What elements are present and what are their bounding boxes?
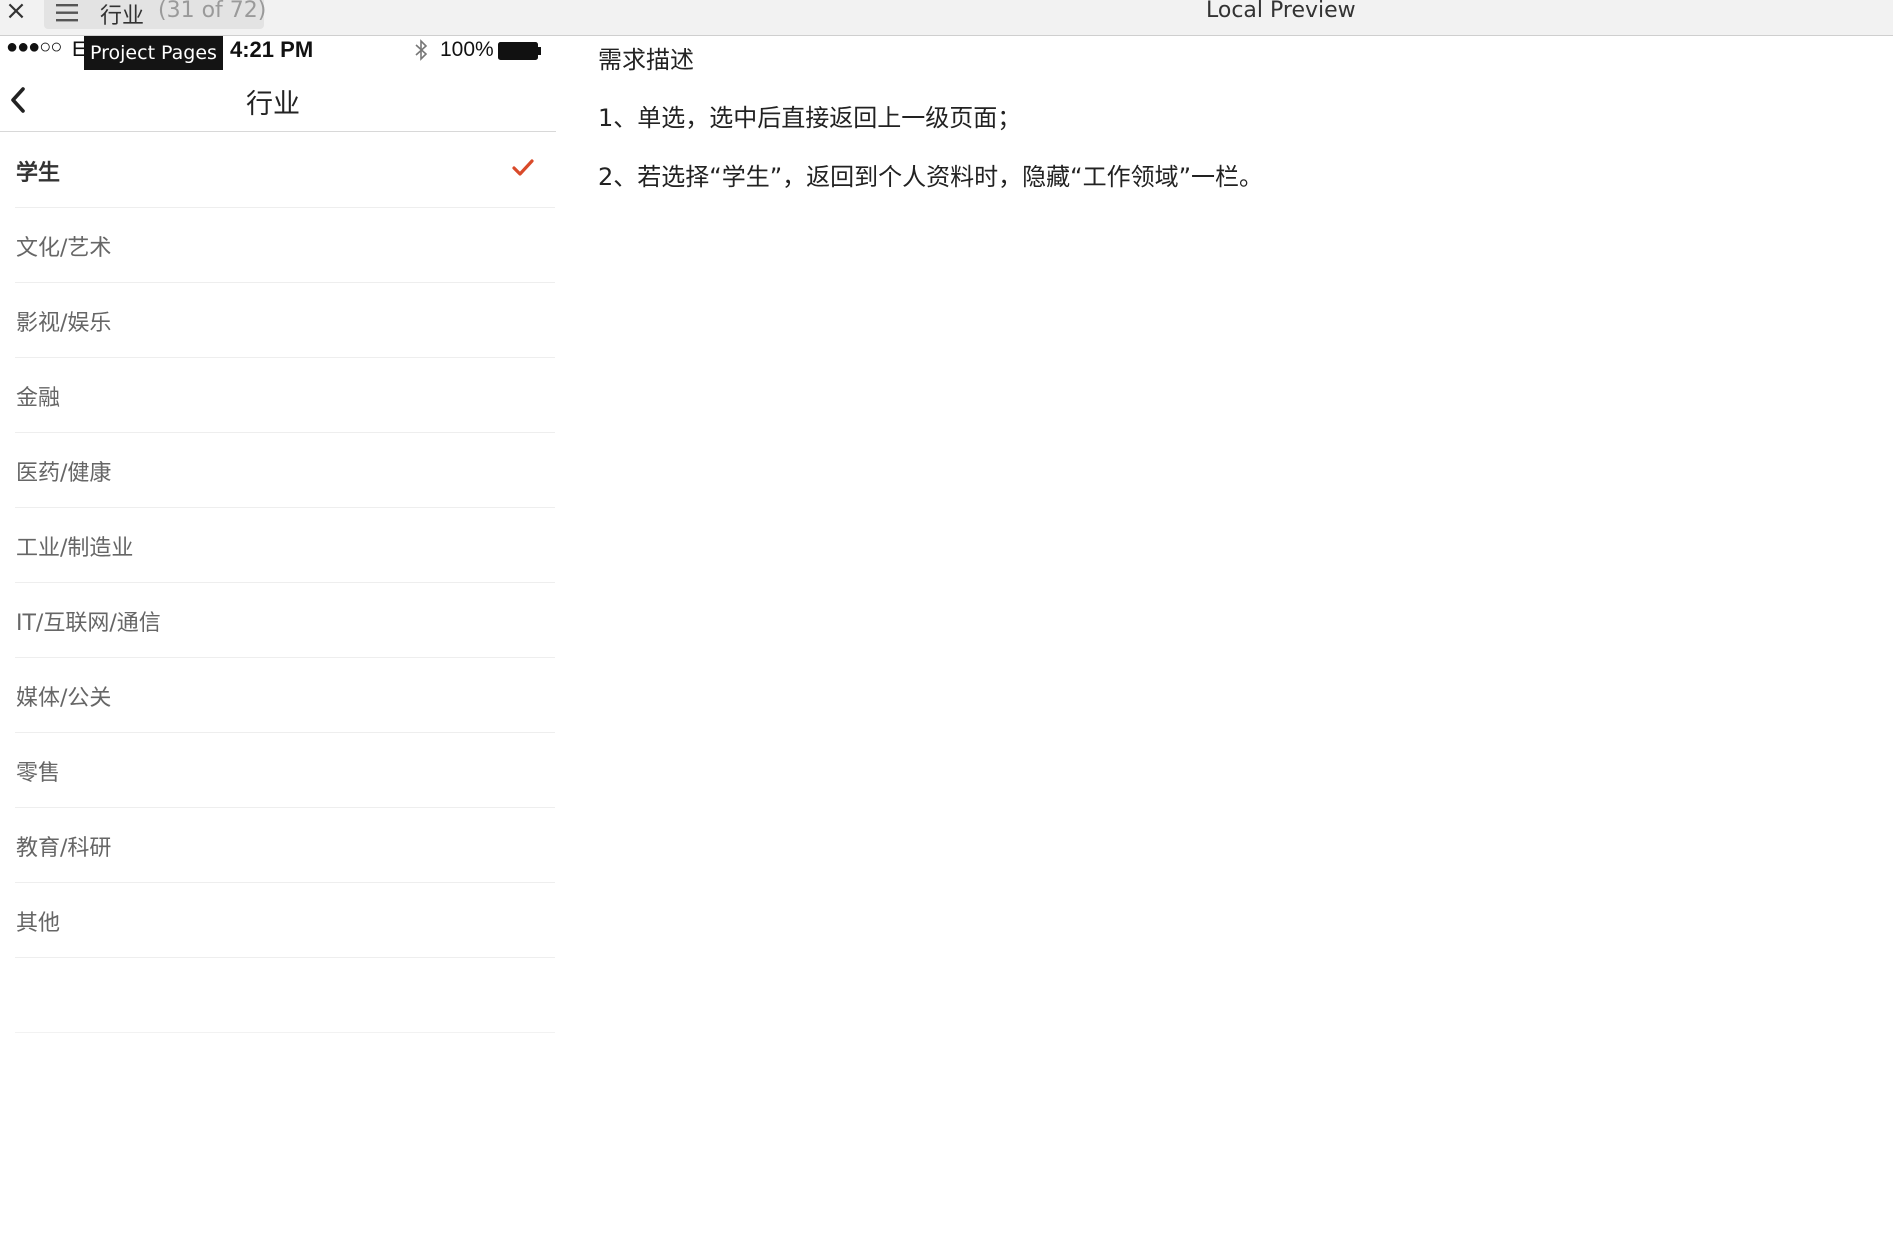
nav-bar: 行业: [0, 68, 556, 132]
list-item-film-entertainment[interactable]: 影视/娱乐: [15, 283, 555, 358]
list-item-education-research[interactable]: 教育/科研: [15, 808, 555, 883]
battery-percentage: 100%: [440, 38, 494, 61]
list-item-label: 工业/制造业: [16, 536, 134, 561]
list-item-label: 金融: [16, 386, 61, 411]
list-item-label: 医药/健康: [16, 461, 112, 486]
list-item-culture-art[interactable]: 文化/艺术: [15, 208, 555, 283]
page-picker[interactable]: 行业 (31 of 72): [44, 0, 267, 29]
phone-screen: ●●●○○ E 4:21 PM 100% Project Pages 行业 学生…: [0, 36, 556, 1245]
list-item-finance[interactable]: 金融: [15, 358, 555, 433]
list-item-label: 媒体/公关: [16, 686, 112, 711]
list-item-label: 教育/科研: [16, 836, 112, 861]
page-counter: (31 of 72): [158, 0, 267, 23]
signal-strength-icon: ●●●○○: [6, 36, 62, 58]
list-item-medical-health[interactable]: 医药/健康: [15, 433, 555, 508]
list-item-manufacturing[interactable]: 工业/制造业: [15, 508, 555, 583]
list-item-label: IT/互联网/通信: [16, 611, 161, 636]
current-page-title: 行业: [100, 4, 145, 29]
list-item-empty: [15, 958, 555, 1033]
close-icon[interactable]: ×: [4, 0, 28, 26]
window-title: Local Preview: [1206, 0, 1356, 23]
list-item-student[interactable]: 学生: [15, 133, 555, 208]
list-item-it-internet[interactable]: IT/互联网/通信: [15, 583, 555, 658]
bluetooth-icon: [415, 39, 428, 61]
list-item-other[interactable]: 其他: [15, 883, 555, 958]
list-item-media-pr[interactable]: 媒体/公关: [15, 658, 555, 733]
preview-toolbar: × 行业 (31 of 72) Local Preview: [0, 0, 1893, 36]
list-item-label: 零售: [16, 761, 61, 786]
hamburger-menu-icon[interactable]: [56, 2, 80, 24]
note-line: 1、单选，选中后直接返回上一级页面；: [598, 104, 1022, 132]
checkmark-icon: [512, 159, 534, 176]
notes-title: 需求描述: [598, 46, 694, 74]
list-item-retail[interactable]: 零售: [15, 733, 555, 808]
status-time: 4:21 PM: [230, 37, 314, 62]
list-item-label: 其他: [16, 911, 61, 936]
list-item-label: 文化/艺术: [16, 236, 112, 261]
note-line: 2、若选择“学生”，返回到个人资料时，隐藏“工作领域”一栏。: [598, 163, 1264, 191]
industry-list: 学生 文化/艺术 影视/娱乐 金融 医药/健康 工业/制造业 IT/互联网/通信…: [0, 133, 556, 1033]
battery-icon: [498, 42, 541, 60]
list-item-label: 影视/娱乐: [16, 311, 112, 336]
nav-title: 行业: [246, 89, 300, 120]
project-pages-tooltip: Project Pages: [84, 36, 223, 70]
list-item-label: 学生: [16, 161, 61, 186]
